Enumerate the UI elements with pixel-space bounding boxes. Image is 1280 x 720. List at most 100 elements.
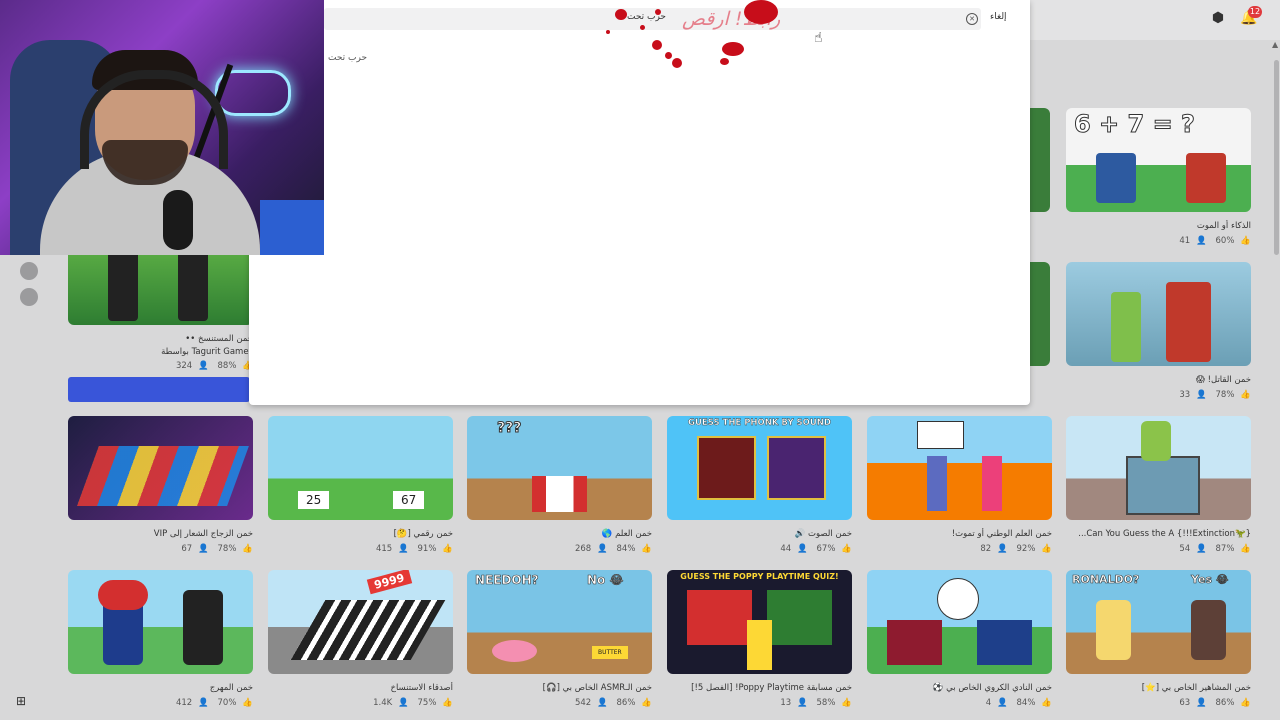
game-thumbnail[interactable] [1030, 262, 1050, 366]
avatar[interactable] [20, 262, 38, 280]
player-count: 324 [175, 361, 193, 371]
notification-badge: 12 [1248, 6, 1262, 18]
game-thumbnail[interactable] [867, 416, 1052, 520]
scroll-up-icon[interactable]: ▲ [1272, 40, 1278, 49]
game-title: خمن الصوت 🔊 [794, 529, 852, 539]
windows-start-icon[interactable]: ⊞ [16, 694, 26, 708]
like-icon: 👍 [242, 544, 253, 554]
game-thumbnail[interactable]: ??? [467, 416, 652, 520]
blood-splatter [615, 9, 627, 20]
players-icon: 👤 [1196, 544, 1207, 554]
players-icon: 👤 [997, 698, 1008, 708]
like-icon: 👍 [641, 544, 652, 554]
game-title: {🦖Extinction!!!} Can You Guess the A... [1078, 529, 1251, 539]
background-light [260, 200, 324, 255]
thumb-text: GUESS THE POPPY PLAYTIME QUIZ! [680, 572, 839, 581]
thumb-text: 67 [393, 491, 425, 509]
players-icon: 👤 [198, 361, 209, 371]
thumb-text: Yes 😂 [1191, 573, 1229, 587]
game-card[interactable]: {🦖Extinction!!!} Can You Guess the A... … [1066, 416, 1251, 555]
scrollbar[interactable] [1274, 60, 1279, 255]
game-stats: 👍78% 👤67 [181, 544, 253, 554]
side-avatars [20, 262, 44, 314]
game-stats: 👍67% 👤44 [780, 544, 852, 554]
players-icon: 👤 [198, 698, 209, 708]
game-thumbnail[interactable]: NEEDOH? No 😂 BUTTER [467, 570, 652, 674]
game-card[interactable]: خمن العلم الوطني أو تموت! 👍92% 👤82 [867, 416, 1052, 555]
blood-splatter [640, 25, 645, 30]
players-icon: 👤 [597, 544, 608, 554]
game-title: الذكاء أو الموت [1196, 221, 1251, 231]
thumb-text: 25 [298, 491, 330, 509]
game-stats: 👍58% 👤13 [780, 698, 852, 708]
game-thumbnail[interactable]: GUESS THE POPPY PLAYTIME QUIZ! [667, 570, 852, 674]
like-icon: 👍 [1240, 236, 1251, 246]
game-card[interactable]: 9999 أصدقاء الاستنساخ 👍75% 👤1.4K [268, 570, 453, 709]
game-stats: 👍92% 👤82 [980, 544, 1052, 554]
players-icon: 👤 [797, 544, 808, 554]
microphone [163, 190, 193, 250]
game-stats: 👍86% 👤542 [574, 698, 652, 708]
thumb-text: 6 + 7 = ? [1074, 110, 1196, 139]
game-title: خمن المشاهير الخاص بي [⭐] [1141, 683, 1251, 693]
game-stats: 👍88% 👤324 [68, 360, 253, 372]
game-stats: 👍70% 👤412 [175, 698, 253, 708]
robux-icon[interactable]: ⬢ [1210, 10, 1226, 26]
game-thumbnail[interactable]: RONALDO? Yes 😂 [1066, 570, 1251, 674]
game-card[interactable]: GUESS THE POPPY PLAYTIME QUIZ! خمن مسابق… [667, 570, 852, 709]
players-icon: 👤 [398, 544, 409, 554]
like-icon: 👍 [242, 698, 253, 708]
game-stats: 👍87% 👤54 [1179, 544, 1251, 554]
game-thumbnail[interactable] [867, 570, 1052, 674]
blood-splatter [652, 40, 662, 50]
game-card[interactable]: خمن النادي الكروي الخاص بي ⚽ 👍84% 👤4 [867, 570, 1052, 709]
game-title: خمن المستنسخ •• [185, 334, 253, 344]
like-icon: 👍 [1041, 544, 1052, 554]
avatar[interactable] [20, 288, 38, 306]
players-icon: 👤 [1196, 390, 1207, 400]
like-icon: 👍 [1240, 390, 1251, 400]
game-thumbnail[interactable]: 25 67 [268, 416, 453, 520]
game-card[interactable]: 6 + 7 = ? الذكاء أو الموت 👍60% 👤41 [1066, 108, 1251, 247]
game-thumbnail[interactable]: 9999 [268, 570, 453, 674]
game-card[interactable]: خمن القاتل! 😱 👍78% 👤33 [1066, 262, 1251, 401]
game-thumbnail[interactable]: 6 + 7 = ? [1066, 108, 1251, 212]
like-percent: 88% [217, 361, 237, 371]
like-icon: 👍 [442, 698, 453, 708]
game-thumbnail[interactable] [68, 416, 253, 520]
game-stats: 👍91% 👤415 [375, 544, 453, 554]
game-creator[interactable]: Tagurit Games بواسطة [68, 347, 253, 357]
game-card[interactable]: 25 67 خمن رقمي [🤔] 👍91% 👤415 [268, 416, 453, 555]
game-thumbnail[interactable] [1066, 262, 1251, 366]
game-card[interactable]: NEEDOH? No 😂 BUTTER خمن الـASMR الخاص بي… [467, 570, 652, 709]
game-title: خمن القاتل! 😱 [1196, 375, 1251, 385]
game-card[interactable]: GUESS THE PHONK BY SOUND خمن الصوت 🔊 👍67… [667, 416, 852, 555]
blood-splatter [722, 42, 744, 56]
players-icon: 👤 [398, 698, 409, 708]
game-card[interactable]: ??? خمن العلم 🌎 👍84% 👤268 [467, 416, 652, 555]
mouse-cursor-icon: ☝ [814, 30, 823, 46]
like-icon: 👍 [1240, 544, 1251, 554]
play-button[interactable] [68, 377, 250, 402]
game-thumbnail[interactable] [1030, 108, 1050, 212]
game-thumbnail[interactable]: GUESS THE PHONK BY SOUND [667, 416, 852, 520]
blood-splatter [665, 52, 672, 59]
game-title: خمن العلم الوطني أو تموت! [951, 529, 1052, 539]
game-card[interactable]: خمن المهرج 👍70% 👤412 [68, 570, 253, 709]
thumb-text: RONALDO? [1072, 573, 1140, 587]
thumb-text: NEEDOH? [475, 573, 539, 588]
game-title: خمن الزجاج الشعار إلى VIP [153, 529, 253, 539]
players-icon: 👤 [597, 698, 608, 708]
blood-splatter [655, 9, 661, 15]
game-card[interactable]: خمن الزجاج الشعار إلى VIP 👍78% 👤67 [68, 416, 253, 555]
thumb-text: No 😂 [587, 573, 624, 588]
game-title: خمن رقمي [🤔] [393, 529, 453, 539]
players-icon: 👤 [997, 544, 1008, 554]
thumb-text: ??? [496, 420, 522, 437]
game-thumbnail[interactable] [68, 570, 253, 674]
clear-icon[interactable]: ✕ [966, 13, 978, 25]
cancel-button[interactable]: إلغاء [990, 12, 1007, 22]
game-thumbnail[interactable] [1066, 416, 1251, 520]
game-card[interactable]: RONALDO? Yes 😂 خمن المشاهير الخاص بي [⭐]… [1066, 570, 1251, 709]
search-suggestion[interactable]: حرب تحت [328, 53, 367, 63]
